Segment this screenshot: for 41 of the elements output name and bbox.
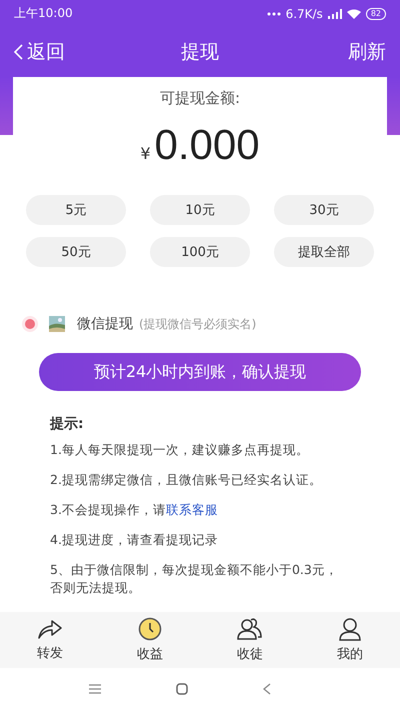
back-icon: [14, 44, 23, 60]
home-icon[interactable]: [176, 683, 188, 695]
user-icon: [338, 617, 362, 641]
tips-title: 提示:: [50, 415, 85, 433]
amount-option[interactable]: 提取全部: [274, 237, 374, 267]
users-icon: [236, 617, 264, 641]
currency-symbol: ¥: [140, 144, 151, 163]
amount-option[interactable]: 5元: [26, 195, 126, 225]
status-time: 上午10:00: [14, 5, 73, 22]
clock-icon: [138, 617, 162, 641]
amount-option[interactable]: 10元: [150, 195, 250, 225]
confirm-withdraw-button[interactable]: 预计24小时内到账，确认提现: [39, 353, 361, 391]
more-icon: [266, 12, 281, 16]
tip-text: 4.提现进度，请查看提现记录: [50, 531, 219, 549]
back-button[interactable]: 返回: [14, 39, 65, 65]
tip-text: 1.每人每天限提现一次，建议赚多点再提现。: [50, 441, 310, 459]
tip-text: 5、由于微信限制，每次提现金额不能小于0.3元，否则无法提现。: [50, 561, 339, 597]
tab-item[interactable]: 我的: [315, 617, 385, 663]
amount-option[interactable]: 100元: [150, 237, 250, 267]
share-icon: [37, 618, 63, 640]
tab-item[interactable]: 收益: [115, 617, 185, 663]
balance-label: 可提现金额:: [160, 89, 240, 109]
signal-icon: [328, 8, 342, 18]
refresh-button[interactable]: 刷新: [348, 39, 386, 65]
wifi-icon: [346, 8, 361, 18]
tab-item[interactable]: 转发: [15, 618, 85, 662]
battery-level: 82: [366, 8, 386, 20]
tip-text: 3.不会提现操作，请联系客服: [50, 501, 219, 519]
amount-option[interactable]: 50元: [26, 237, 126, 267]
contact-support-link[interactable]: 联系客服: [166, 502, 218, 517]
tip-text: 2.提现需绑定微信，且微信账号已经实名认证。: [50, 471, 323, 489]
balance-amount: 0.000: [154, 121, 260, 169]
amount-option[interactable]: 30元: [274, 195, 374, 225]
tab-item[interactable]: 收徒: [215, 617, 285, 663]
radio-button[interactable]: [25, 319, 35, 329]
page-title: 提现: [181, 40, 219, 65]
method-label: 微信提现: [77, 315, 133, 333]
method-note: (提现微信号必须实名): [139, 316, 256, 332]
menu-icon[interactable]: [89, 684, 101, 694]
back-nav-icon[interactable]: [263, 683, 271, 695]
network-speed: 6.7K/s: [286, 6, 323, 20]
